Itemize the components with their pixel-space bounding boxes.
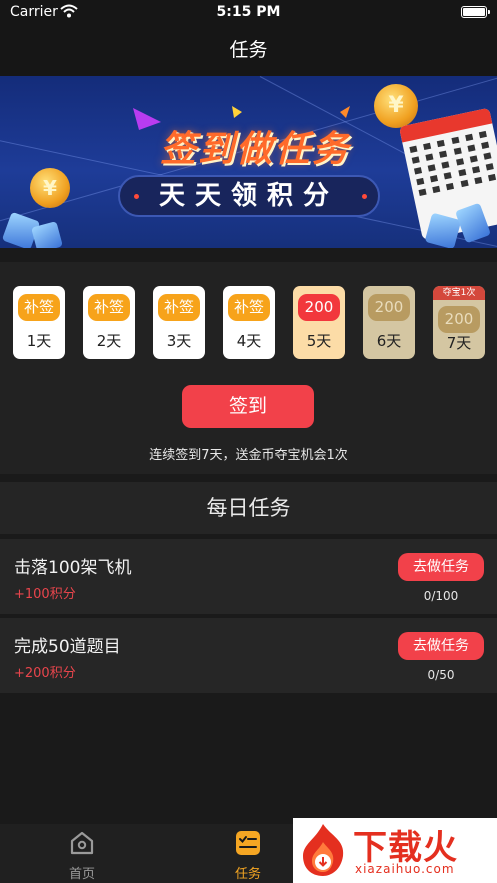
banner-title: 签到做任务 (160, 129, 351, 170)
task-row: 击落100架飞机 +100积分 去做任务 0/100 (0, 539, 497, 614)
task-name: 完成50道题目 (14, 637, 121, 657)
checkin-day[interactable]: 补签 1天 (13, 286, 65, 359)
promo-banner[interactable]: ¥ ¥ 签到做任务 天天领积分 (0, 76, 497, 248)
spark-icon (232, 106, 242, 118)
task-reward: +200积分 (14, 666, 76, 681)
points-badge: 200 (438, 306, 480, 333)
points-badge: 200 (298, 294, 340, 321)
day-label: 7天 (446, 334, 472, 352)
makeup-badge: 补签 (228, 294, 270, 321)
day-label: 1天 (26, 332, 52, 350)
makeup-badge: 补签 (88, 294, 130, 321)
checkin-tip: 连续签到7天，送金币夺宝机会1次 (149, 448, 348, 463)
banner-dot (362, 194, 367, 199)
day-label: 5天 (306, 332, 332, 350)
banner-subtitle: 天天领积分 (118, 175, 380, 217)
checkin-day[interactable]: 补签 4天 (223, 286, 275, 359)
watermark: 下载火 xiazaihuo.com (293, 818, 497, 883)
points-badge: 200 (368, 294, 410, 321)
home-icon (70, 831, 94, 855)
bonus-tag: 夺宝1次 (433, 286, 485, 300)
do-task-button[interactable]: 去做任务 (398, 553, 484, 581)
tab-home[interactable]: 首页 (40, 824, 124, 883)
makeup-badge: 补签 (18, 294, 60, 321)
checkin-button[interactable]: 签到 (182, 385, 314, 428)
day-label: 4天 (236, 332, 262, 350)
checkin-day[interactable]: 补签 3天 (153, 286, 205, 359)
daily-tasks-title: 每日任务 (0, 482, 497, 534)
task-name: 击落100架飞机 (14, 558, 132, 578)
coin-icon: ¥ (374, 84, 418, 128)
tab-task-label: 任务 (234, 867, 261, 882)
task-row: 完成50道题目 +200积分 去做任务 0/50 (0, 618, 497, 693)
clock: 5:15 PM (216, 4, 281, 20)
nav-bar: 任务 (0, 26, 497, 76)
flame-logo-icon (303, 824, 344, 876)
gem-icon (424, 212, 462, 248)
page-title: 任务 (229, 39, 268, 61)
makeup-badge: 补签 (158, 294, 200, 321)
task-progress: 0/100 (423, 589, 459, 603)
task-reward: +100积分 (14, 587, 76, 602)
banner-dot (134, 194, 139, 199)
coin-icon: ¥ (30, 168, 70, 208)
day-label: 3天 (166, 332, 192, 350)
checkin-day: 夺宝1次 200 7天 (433, 286, 485, 359)
do-task-button[interactable]: 去做任务 (398, 632, 484, 660)
checkin-day[interactable]: 补签 2天 (83, 286, 135, 359)
triangle-icon (133, 108, 161, 130)
checkin-day-today[interactable]: 200 5天 (293, 286, 345, 359)
spark-icon (340, 106, 350, 118)
tab-task[interactable]: 任务 (206, 824, 290, 883)
day-label: 2天 (96, 332, 122, 350)
checkin-panel: 补签 1天 补签 2天 补签 3天 补签 4天 200 5天 200 6天 夺宝… (0, 262, 497, 474)
task-list-icon (236, 831, 260, 855)
battery-icon (461, 6, 490, 18)
task-progress: 0/50 (427, 668, 455, 682)
watermark-url: xiazaihuo.com (355, 862, 455, 876)
checkin-day: 200 6天 (363, 286, 415, 359)
status-bar: Carrier 5:15 PM (0, 0, 497, 26)
day-label: 6天 (376, 332, 402, 350)
tab-home-label: 首页 (68, 867, 95, 882)
